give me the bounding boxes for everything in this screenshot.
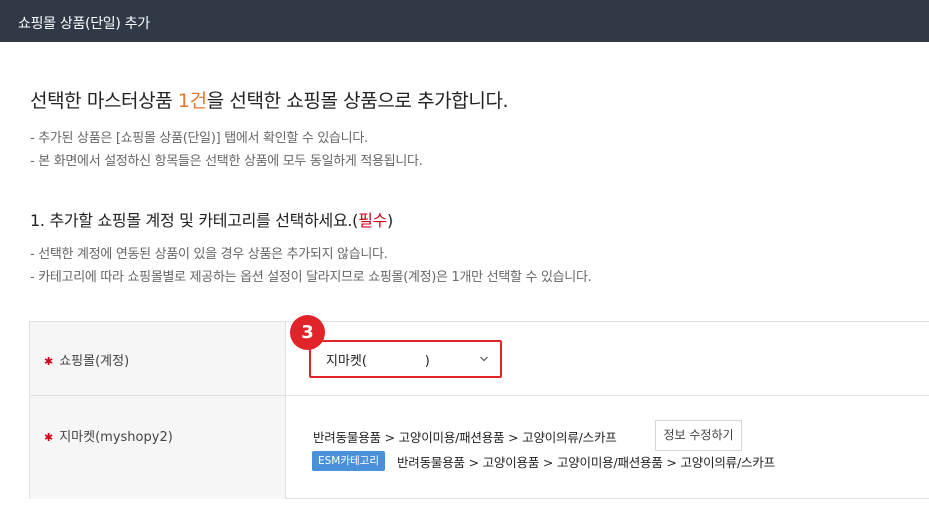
window-title: 쇼핑몰 상품(단일) 추가 — [18, 16, 150, 32]
required-mark-icon: ✱ — [44, 355, 54, 368]
headline-text-after: 을 선택한 쇼핑몰 상품으로 추가합니다. — [206, 90, 509, 112]
market-label-cell: ✱ 지마켓(myshopy2) — [30, 396, 286, 499]
headline-text-before: 선택한 마스터상품 — [30, 90, 178, 112]
market-category-row: ✱ 지마켓(myshopy2) 반려동물용품 > 고양이미용/패션용품 > 고양이… — [30, 396, 929, 499]
window-titlebar: 쇼핑몰 상품(단일) 추가 — [0, 0, 929, 42]
edit-info-button[interactable]: 정보 수정하기 — [655, 420, 742, 451]
headline-count: 1건 — [177, 90, 207, 112]
market-label-text: 지마켓(myshopy2) — [59, 430, 173, 445]
account-category-form: ✱ 쇼핑몰(계정) 3 지마켓( ) ✱ 지마켓(myshopy2) 반려동물용품 … — [29, 315, 929, 499]
shop-account-selected-value: 지마켓( ) — [326, 354, 430, 369]
section-1-note-2: - 카테고리에 따라 쇼핑몰별로 제공하는 옵션 설정이 달라지므로 쇼핑몰(계… — [30, 270, 592, 285]
required-close-paren: ) — [386, 211, 393, 230]
section-1-title-text: 1. 추가할 쇼핑몰 계정 및 카테고리를 선택하세요. — [30, 211, 353, 230]
intro-note-1: - 추가된 상품은 [쇼핑몰 상품(단일)] 탭에서 확인할 수 있습니다. — [30, 131, 368, 146]
market-category-path: 반려동물용품 > 고양이미용/패션용품 > 고양이의류/스카프 — [313, 430, 617, 445]
shop-account-label: ✱ 쇼핑몰(계정) — [44, 350, 129, 369]
shop-account-select[interactable]: 지마켓( ) — [314, 345, 497, 373]
intro-note-2: - 본 화면에서 설정하신 항목들은 선택한 상품에 모두 동일하게 적용됩니다… — [30, 154, 423, 169]
shop-account-label-cell: ✱ 쇼핑몰(계정) — [30, 322, 286, 395]
section-1-title: 1. 추가할 쇼핑몰 계정 및 카테고리를 선택하세요.(필수) — [30, 207, 393, 231]
esm-category-path: 반려동물용품 > 고양이용품 > 고양이미용/패션용품 > 고양이의류/스카프 — [397, 455, 775, 470]
required-mark-icon: ✱ — [44, 431, 54, 444]
required-label: 필수 — [358, 211, 387, 230]
section-1-note-1: - 선택한 계정에 연동된 상품이 있을 경우 상품은 추가되지 않습니다. — [30, 247, 388, 262]
shop-account-row: ✱ 쇼핑몰(계정) 3 지마켓( ) — [30, 315, 929, 396]
esm-category-badge: ESM카테고리 — [312, 451, 385, 471]
step-3-badge: 3 — [290, 315, 325, 350]
shop-account-label-text: 쇼핑몰(계정) — [59, 354, 130, 369]
page-headline: 선택한 마스터상품 1건을 선택한 쇼핑몰 상품으로 추가합니다. — [30, 86, 509, 113]
shop-account-select-highlight: 지마켓( ) — [309, 340, 502, 378]
market-label: ✱ 지마켓(myshopy2) — [44, 426, 173, 445]
chevron-down-icon — [480, 356, 488, 362]
